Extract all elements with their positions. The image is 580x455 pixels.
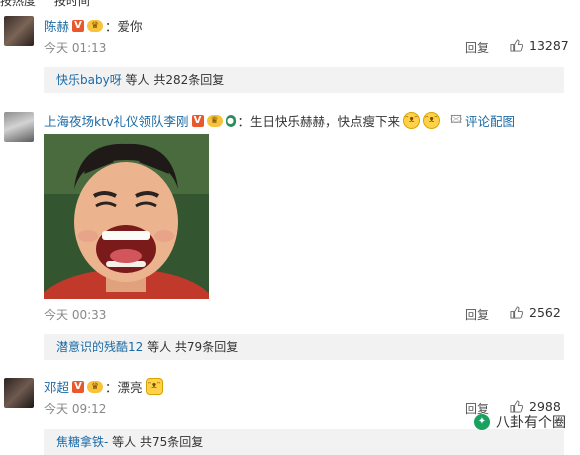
sub-replies-bar[interactable]: 潜意识的残酷12 等人 共79条回复 bbox=[44, 334, 564, 360]
vip-level-icon: ♛ bbox=[206, 114, 223, 127]
watermark-text: 八卦有个圈 bbox=[496, 415, 566, 431]
avatar[interactable] bbox=[4, 378, 34, 408]
verified-v-icon: V bbox=[191, 114, 204, 127]
like-count: 13287 bbox=[529, 38, 569, 53]
thumbs-up-icon bbox=[510, 306, 523, 319]
vip-level-icon: ♛ bbox=[87, 19, 104, 32]
sub-reply-summary[interactable]: 等人 共282条回复 bbox=[126, 73, 225, 87]
laughing-face-image bbox=[44, 134, 209, 299]
comment-header: 陈赫 V ♛ ：爱你 bbox=[44, 16, 143, 35]
comment-time: 今天 01:13 bbox=[44, 41, 107, 55]
thumbs-up-icon bbox=[510, 39, 523, 52]
sub-reply-user-link[interactable]: 潜意识的残酷12 bbox=[56, 340, 143, 354]
laugh-cry-emoji-icon: ᵔᴥᵔ bbox=[403, 112, 421, 129]
pic-comment-link[interactable]: 评论配图 bbox=[465, 111, 515, 130]
comment-text: ：生日快乐赫赫，快点瘦下来 bbox=[237, 114, 401, 129]
comment-text: ：漂亮 bbox=[105, 380, 143, 395]
like-button[interactable]: 2562 bbox=[510, 305, 561, 320]
verified-v-icon: V bbox=[72, 19, 85, 32]
like-button[interactable]: 13287 bbox=[510, 38, 569, 53]
comment-image[interactable] bbox=[44, 134, 209, 299]
wechat-icon: ✦ bbox=[474, 414, 490, 430]
username-link[interactable]: 陈赫 bbox=[44, 16, 69, 35]
verified-v-icon: V bbox=[72, 380, 85, 393]
watermark: ✦ 八卦有个圈 bbox=[474, 412, 566, 432]
username-link[interactable]: 上海夜场ktv礼仪领队李刚 bbox=[44, 111, 189, 130]
avatar[interactable] bbox=[4, 16, 34, 46]
laugh-cry-emoji-icon: ᵔᴥᵔ bbox=[423, 112, 441, 129]
sort-by-time[interactable]: 按时间 bbox=[54, 0, 90, 8]
vip-level-icon: ♛ bbox=[87, 380, 104, 393]
comment-text: ：爱你 bbox=[105, 19, 143, 34]
image-icon: 🖾 bbox=[450, 113, 463, 126]
avatar[interactable] bbox=[4, 112, 34, 142]
sub-replies-bar[interactable]: 快乐baby呀 等人 共282条回复 bbox=[44, 67, 564, 93]
fan-badge-icon: ● bbox=[225, 114, 236, 127]
sort-tabs: 按热度 按时间 bbox=[0, 0, 104, 8]
username-link[interactable]: 邓超 bbox=[44, 377, 69, 396]
sort-by-hot[interactable]: 按热度 bbox=[0, 0, 36, 8]
comment-time: 今天 09:12 bbox=[44, 402, 107, 416]
sub-reply-summary[interactable]: 等人 共79条回复 bbox=[147, 340, 238, 354]
like-count: 2562 bbox=[529, 305, 561, 320]
sub-replies-bar[interactable]: 焦糖拿铁- 等人 共75条回复 bbox=[44, 429, 564, 455]
sub-reply-user-link[interactable]: 快乐baby呀 bbox=[56, 73, 122, 87]
reply-button[interactable]: 回复 bbox=[465, 39, 489, 56]
reply-button[interactable]: 回复 bbox=[465, 306, 489, 323]
comment-header: 邓超 V ♛ ：漂亮 ᵔᴥᵔ bbox=[44, 377, 163, 396]
cat-emoji-icon: ᵔᴥᵔ bbox=[145, 378, 163, 395]
comment-header: 上海夜场ktv礼仪领队李刚 V ♛ ● ：生日快乐赫赫，快点瘦下来 ᵔᴥᵔ ᵔᴥ… bbox=[44, 111, 515, 130]
comment-time: 今天 00:33 bbox=[44, 308, 107, 322]
